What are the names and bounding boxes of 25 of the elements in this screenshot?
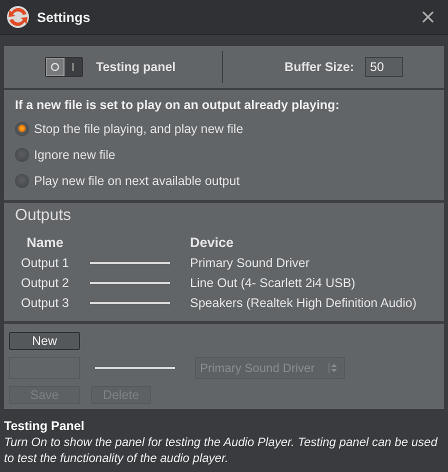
radio-button[interactable] xyxy=(15,174,29,188)
output-name: Output 2 xyxy=(20,275,70,292)
output-device: Line Out (4- Scarlett 2i4 USB) xyxy=(190,275,356,292)
radio-label[interactable]: Stop the file playing, and play new file xyxy=(34,122,244,136)
help-text: Turn On to show the panel for testing the Audio Player. Testing panel can be used to test the functionality of the audio player. xyxy=(4,434,439,466)
buffer-size-field[interactable]: 50 xyxy=(365,57,403,77)
toggle-switch[interactable] xyxy=(45,57,83,77)
output-name: Output 3 xyxy=(20,295,70,312)
column-header: Device xyxy=(190,234,235,252)
section-prompt: If a new file is set to play on an output already playing: xyxy=(14,97,340,114)
help-title: Testing Panel xyxy=(4,419,86,433)
column-header: Name xyxy=(26,234,64,252)
window-title: Settings xyxy=(37,10,92,24)
radio-button[interactable] xyxy=(15,122,29,136)
stepper-icon xyxy=(328,362,340,374)
app-logo-icon xyxy=(6,5,30,29)
output-device: Speakers (Realtek High Definition Audio) xyxy=(190,295,418,312)
output-name: Output 1 xyxy=(20,255,70,272)
field-label: Buffer Size: xyxy=(284,60,354,74)
radio-button[interactable] xyxy=(15,148,29,162)
radio-label[interactable]: Play new file on next available output xyxy=(34,174,240,188)
output-device: Primary Sound Driver xyxy=(190,255,310,272)
section-title: Outputs xyxy=(15,207,72,225)
radio-label[interactable]: Ignore new file xyxy=(34,148,116,162)
toggle-label: Testing panel xyxy=(96,60,176,74)
